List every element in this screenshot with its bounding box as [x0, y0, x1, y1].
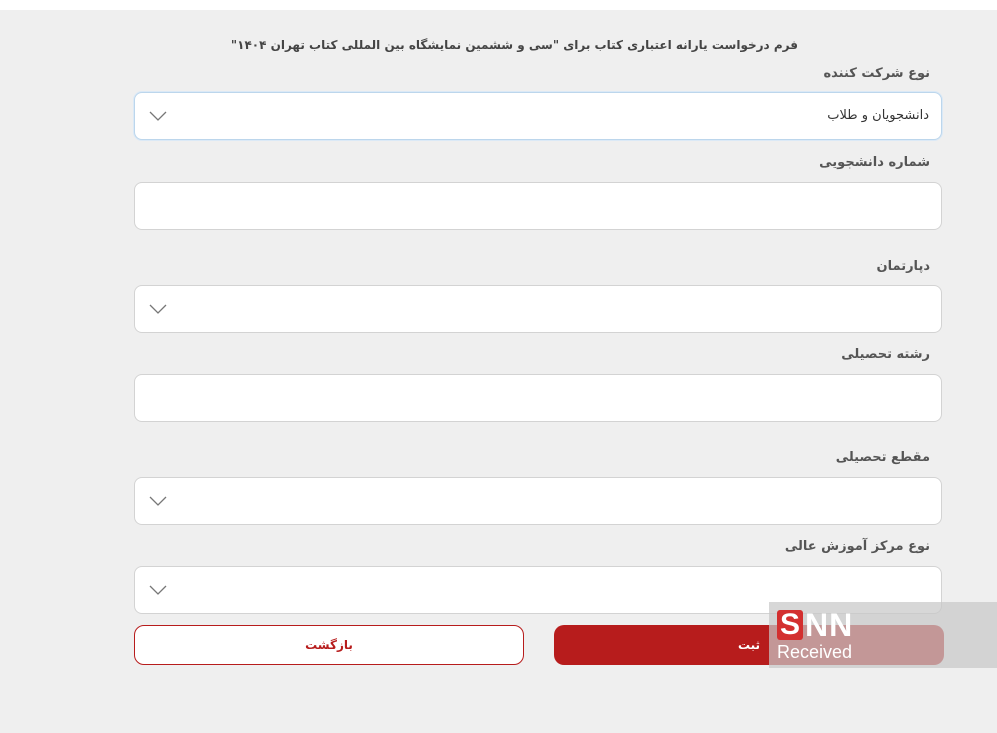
education-level-select[interactable] [134, 477, 942, 525]
back-button[interactable]: بازگشت [134, 625, 524, 665]
participant-type-value: دانشجویان و طلاب [827, 108, 929, 123]
watermark-subtitle: Received [777, 642, 853, 662]
student-number-label: شماره دانشجویی [819, 155, 930, 170]
student-number-input[interactable] [134, 182, 942, 230]
department-label: دپارتمان [876, 259, 931, 274]
snn-logo-s: S [777, 610, 804, 640]
institution-type-label: نوع مرکز آموزش عالی [784, 539, 930, 554]
form-title: فرم درخواست یارانه اعتباری کتاب برای "سی… [230, 38, 798, 52]
field-of-study-input[interactable] [134, 374, 942, 422]
participant-type-label: نوع شرکت کننده [823, 66, 930, 81]
snn-logo: S NN [777, 607, 854, 643]
chevron-down-icon[interactable] [149, 584, 167, 596]
education-level-label: مقطع تحصیلی [835, 450, 930, 465]
top-border [0, 0, 997, 10]
field-of-study-label: رشته تحصیلی [841, 347, 930, 362]
snn-logo-nn: NN [805, 607, 854, 643]
chevron-down-icon[interactable] [149, 495, 167, 507]
chevron-down-icon[interactable] [149, 303, 167, 315]
department-select[interactable] [134, 285, 942, 333]
snn-watermark: S NN Received [769, 602, 997, 668]
chevron-down-icon[interactable] [149, 110, 167, 122]
participant-type-select[interactable]: دانشجویان و طلاب [134, 92, 942, 140]
